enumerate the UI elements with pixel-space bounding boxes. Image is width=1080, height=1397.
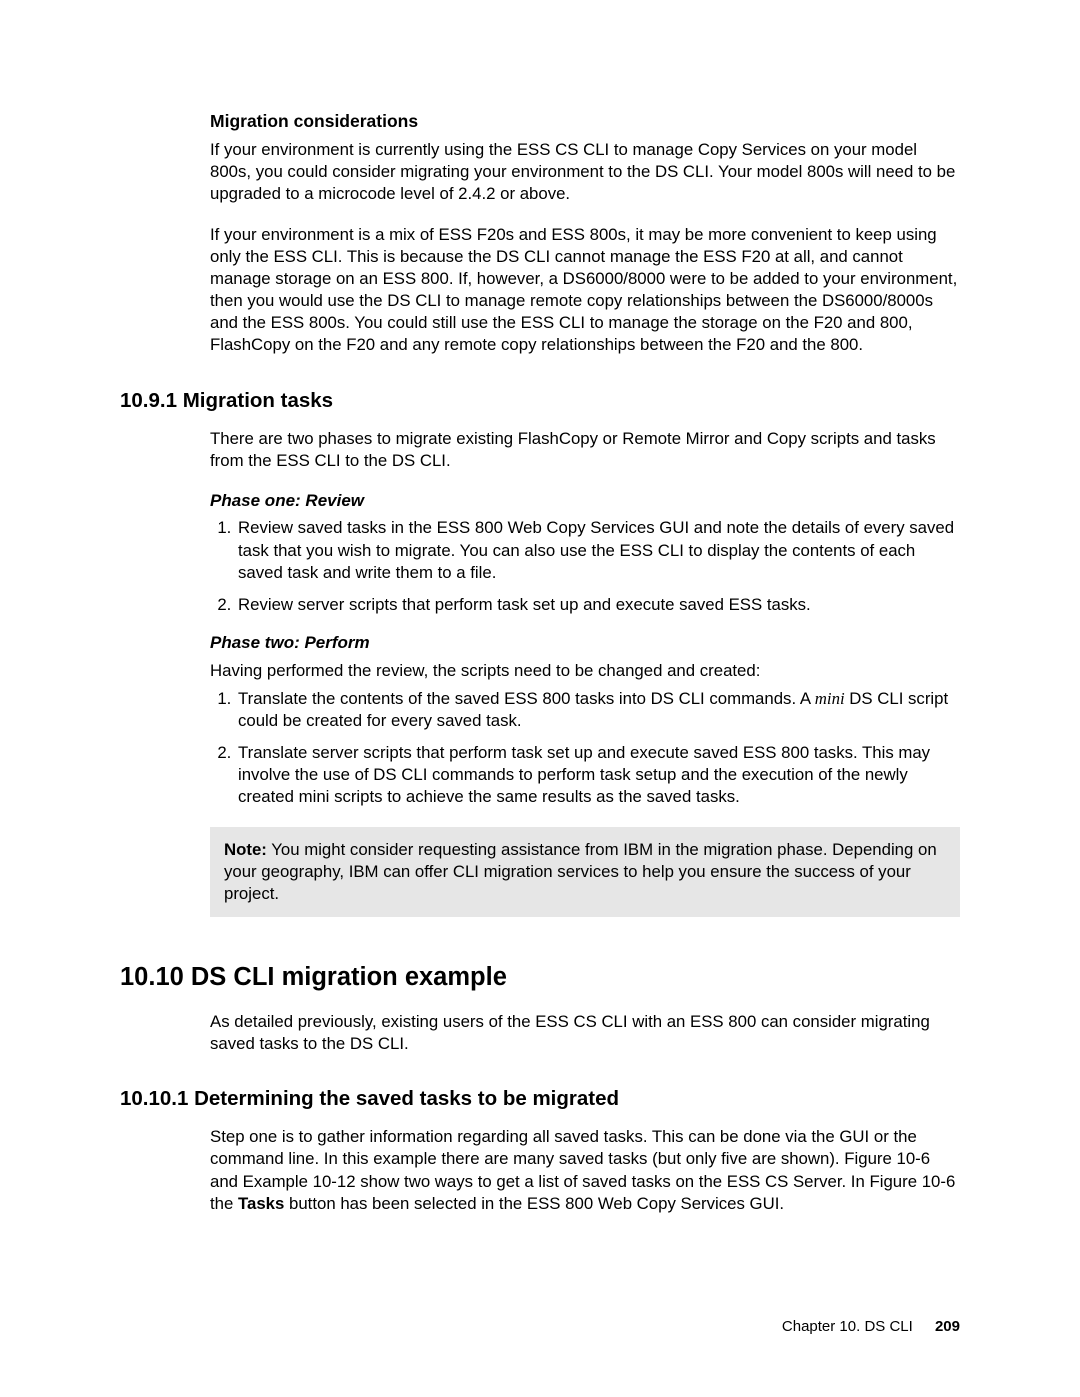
text: button has been selected in the ESS 800 … xyxy=(284,1194,784,1213)
list-item: Review saved tasks in the ESS 800 Web Co… xyxy=(236,517,960,584)
section-migration-tasks: There are two phases to migrate existing… xyxy=(210,428,960,917)
footer-page-number: 209 xyxy=(935,1318,960,1335)
heading-phase-one: Phase one: Review xyxy=(210,490,960,512)
list-item: Translate the contents of the saved ESS … xyxy=(236,688,960,732)
section-migration-considerations: Migration considerations If your environ… xyxy=(210,110,960,357)
paragraph: Step one is to gather information regard… xyxy=(210,1126,960,1215)
paragraph: There are two phases to migrate existing… xyxy=(210,428,960,472)
phase-two-list: Translate the contents of the saved ESS … xyxy=(210,688,960,809)
paragraph: If your environment is a mix of ESS F20s… xyxy=(210,224,960,357)
note-label: Note: xyxy=(224,840,267,859)
document-page: Migration considerations If your environ… xyxy=(0,0,1080,1397)
heading-ds-cli-migration-example: 10.10 DS CLI migration example xyxy=(120,961,960,995)
paragraph: If your environment is currently using t… xyxy=(210,139,960,206)
paragraph: As detailed previously, existing users o… xyxy=(210,1011,960,1055)
bold-text: Tasks xyxy=(238,1194,284,1213)
paragraph: Having performed the review, the scripts… xyxy=(210,660,960,682)
list-item: Translate server scripts that perform ta… xyxy=(236,742,960,809)
heading-migration-considerations: Migration considerations xyxy=(210,110,960,133)
section-ds-cli-migration-example: As detailed previously, existing users o… xyxy=(210,1011,960,1055)
heading-phase-two: Phase two: Perform xyxy=(210,632,960,654)
note-box: Note: You might consider requesting assi… xyxy=(210,827,960,918)
text: Translate the contents of the saved ESS … xyxy=(238,689,815,708)
heading-determining-saved-tasks: 10.10.1 Determining the saved tasks to b… xyxy=(120,1085,960,1112)
italic-text: mini xyxy=(815,689,845,708)
note-body: You might consider requesting assistance… xyxy=(224,840,937,903)
footer-chapter: Chapter 10. DS CLI xyxy=(782,1318,913,1335)
phase-one-list: Review saved tasks in the ESS 800 Web Co… xyxy=(210,517,960,616)
heading-migration-tasks: 10.9.1 Migration tasks xyxy=(120,387,960,414)
section-determining-saved-tasks: Step one is to gather information regard… xyxy=(210,1126,960,1215)
list-item: Review server scripts that perform task … xyxy=(236,594,960,616)
page-footer: Chapter 10. DS CLI 209 xyxy=(782,1317,960,1337)
